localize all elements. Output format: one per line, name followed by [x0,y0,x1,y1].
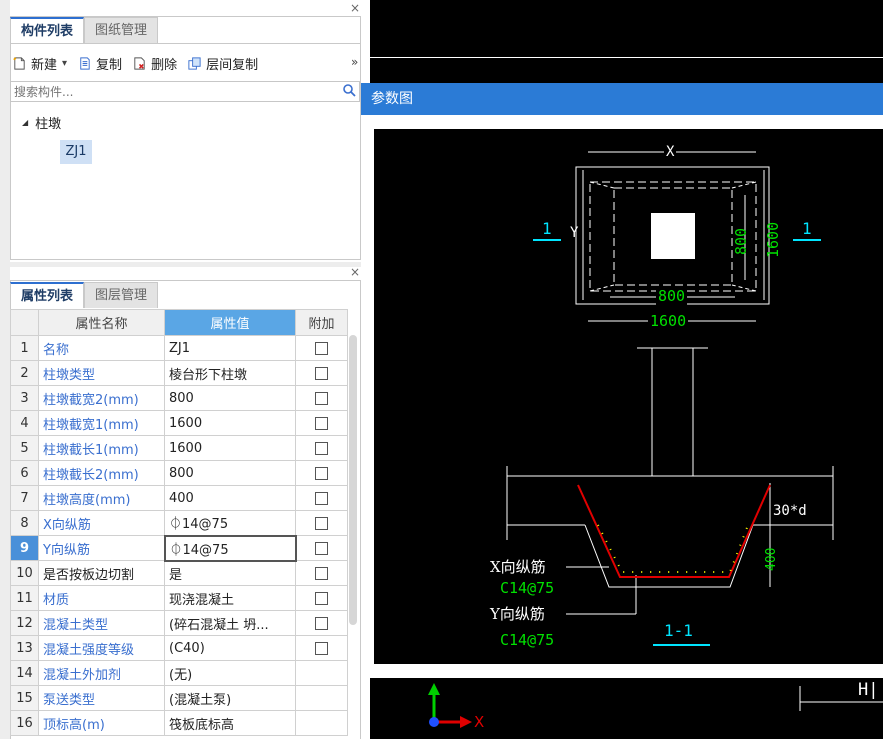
plan-dim-800: 800 [656,287,688,305]
plan-dim-800-vertical: 800 [732,227,750,255]
y-rebar-value: C14@75 [500,631,555,649]
parameter-drawing-svg [428,151,883,728]
axis-origin [429,717,439,727]
plan-dim-1600-vertical: 1600 [764,221,782,258]
plan-chamfer [589,181,615,189]
plan-chamfer [731,181,757,189]
x-rebar-label: X向纵筋 [490,558,546,576]
rebar-y-dots [597,524,749,573]
canvas-corner-text: H| [858,680,879,700]
section-mark-right: 1 [802,219,812,238]
x-rebar-value: C14@75 [500,579,555,597]
plan-chamfer [731,284,757,292]
dim-30d-label: 30*d [773,503,807,519]
dim-400-label: 400 [764,547,779,571]
section-mark-left: 1 [542,219,552,238]
plan-y-label: Y [570,225,579,241]
y-rebar-label: Y向纵筋 [490,605,545,623]
rebar-x-line [577,484,771,578]
section-title: 1-1 [664,621,693,640]
axis-x-arrow [460,716,472,728]
column-section [651,213,695,259]
axis-y-arrow [428,683,440,695]
plan-x-label: X [664,144,677,160]
plan-dim-1600: 1600 [648,312,689,330]
plan-chamfer [589,284,615,292]
axis-x-label: X [474,713,485,731]
